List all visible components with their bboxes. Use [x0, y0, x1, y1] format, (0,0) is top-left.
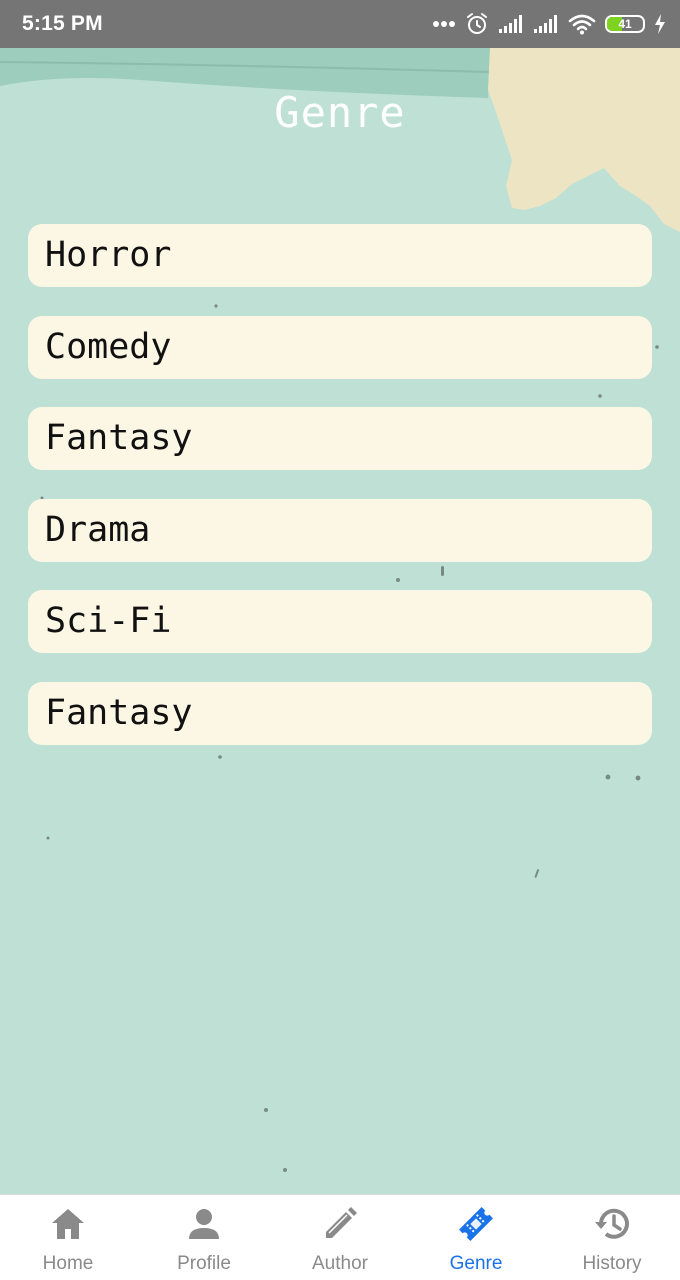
genre-item-horror[interactable]: Horror	[28, 224, 652, 287]
alarm-icon	[465, 12, 489, 36]
nav-item-home[interactable]: Home	[0, 1195, 136, 1280]
wifi-icon	[568, 13, 596, 35]
genre-list: Horror Comedy Fantasy Drama Sci-Fi Fanta…	[28, 224, 652, 774]
nav-label: History	[582, 1253, 642, 1274]
person-icon	[184, 1204, 224, 1244]
genre-label: Fantasy	[45, 692, 193, 733]
signal-icon	[533, 14, 559, 34]
bottom-navigation: Home Profile Author Genre History	[0, 1194, 680, 1280]
status-bar: 5:15 PM 41	[0, 0, 680, 48]
genre-label: Comedy	[45, 326, 172, 367]
nav-label: Author	[312, 1253, 368, 1274]
signal-icon	[498, 14, 524, 34]
genre-label: Fantasy	[45, 418, 193, 459]
nav-label: Home	[42, 1253, 94, 1274]
battery-icon: 41	[605, 15, 645, 33]
home-icon	[48, 1204, 88, 1244]
nav-label: Genre	[449, 1253, 503, 1274]
nav-item-profile[interactable]: Profile	[136, 1195, 272, 1280]
nav-item-genre[interactable]: Genre	[408, 1195, 544, 1280]
genre-item-fantasy[interactable]: Fantasy	[28, 681, 652, 745]
ticket-icon	[456, 1204, 496, 1244]
genre-item-drama[interactable]: Drama	[28, 498, 652, 562]
genre-item-fantasy[interactable]: Fantasy	[28, 407, 652, 471]
more-notifications-icon	[432, 20, 456, 28]
nav-item-history[interactable]: History	[544, 1195, 680, 1280]
pencil-icon	[320, 1204, 360, 1244]
charging-icon	[654, 14, 666, 34]
status-icons: 41	[432, 10, 666, 38]
genre-label: Horror	[45, 235, 172, 275]
nav-item-author[interactable]: Author	[272, 1195, 408, 1280]
battery-level: 41	[618, 17, 632, 31]
nav-label: Profile	[177, 1253, 231, 1274]
genre-item-comedy[interactable]: Comedy	[28, 315, 652, 379]
page-title: Genre	[274, 88, 406, 137]
history-icon	[592, 1204, 632, 1244]
genre-item-sci-fi[interactable]: Sci-Fi	[28, 590, 652, 654]
genre-label: Drama	[45, 509, 151, 550]
genre-label: Sci-Fi	[45, 601, 172, 642]
status-time: 5:15 PM	[22, 12, 103, 35]
